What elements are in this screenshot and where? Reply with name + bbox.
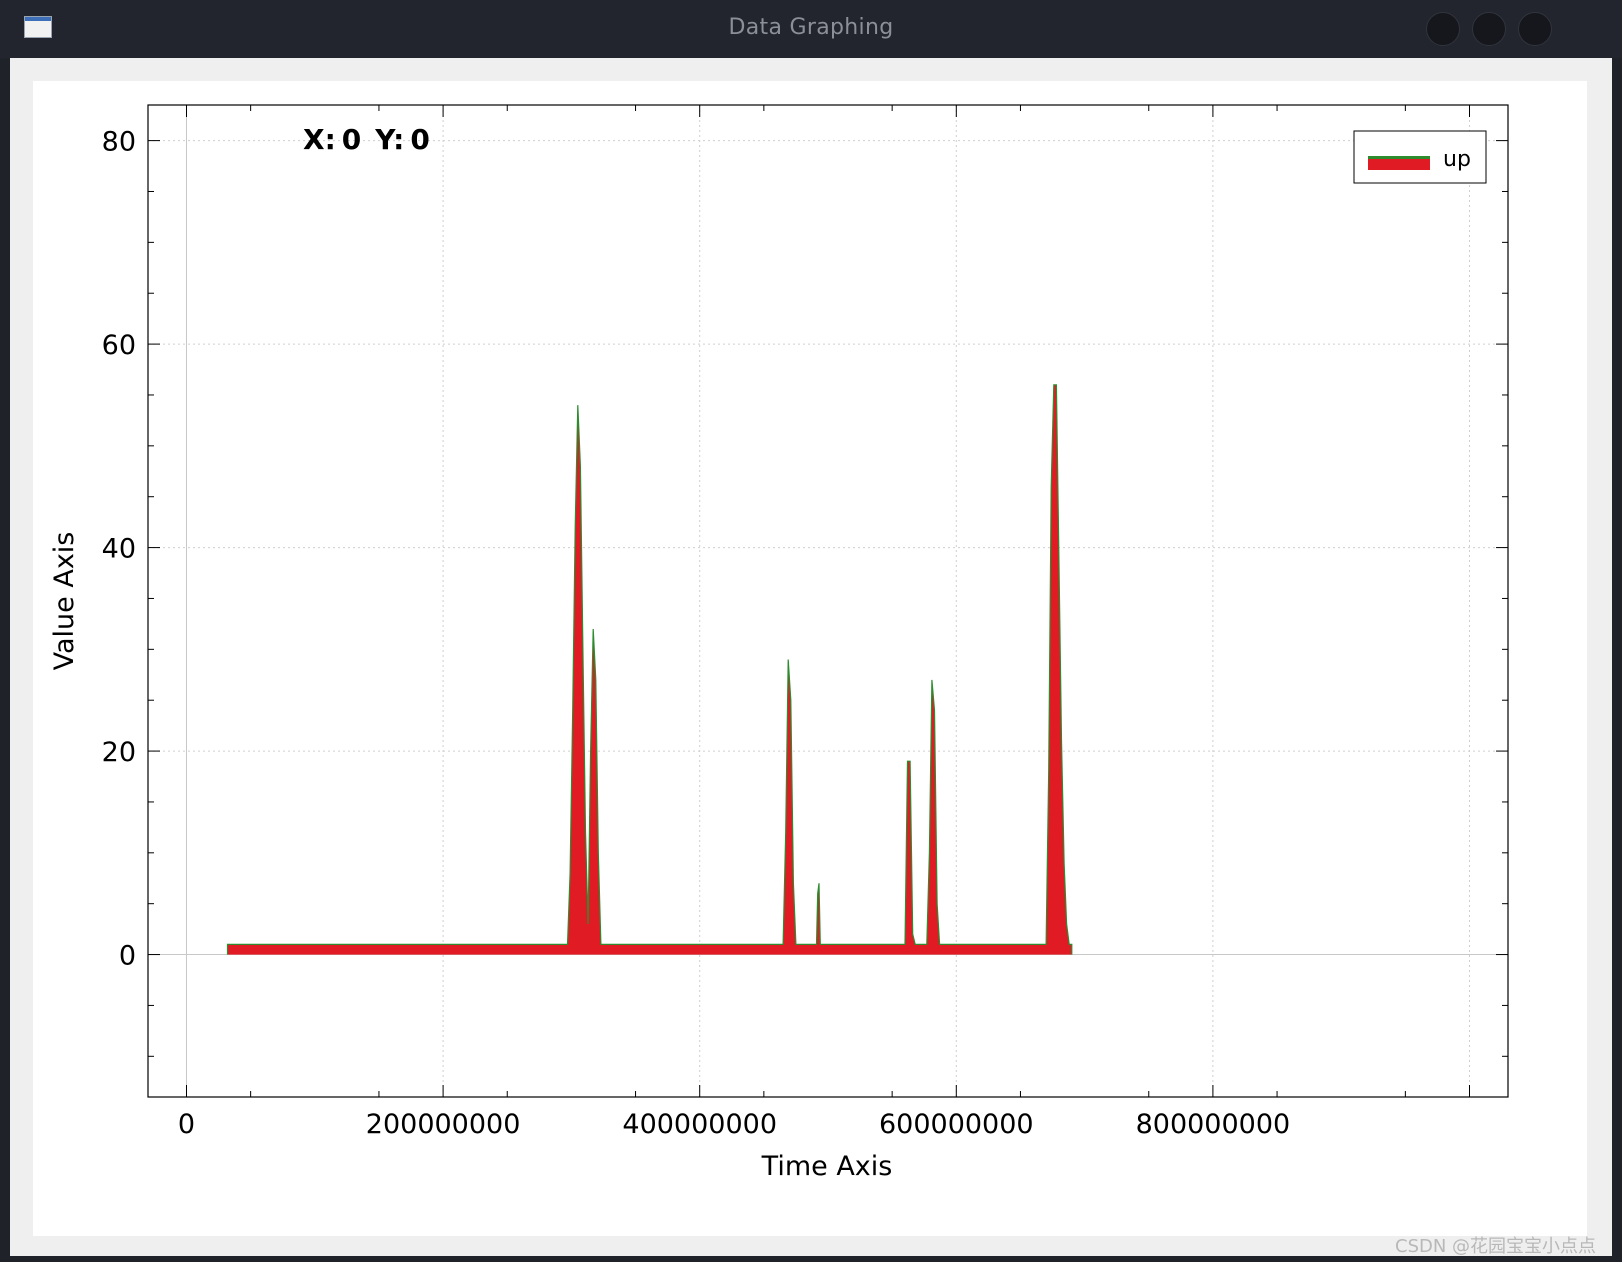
title-bar[interactable]: Data Graphing	[0, 0, 1622, 58]
minimize-button[interactable]	[1426, 12, 1460, 46]
tick-labels: 0 200000000 400000000 600000000 800000000 0 20…	[102, 127, 1291, 1140]
series-group	[226, 384, 1073, 955]
readout-x-label: X:	[303, 123, 336, 156]
svg-text:X:0Y:0: X: 0 Y: 0	[303, 123, 430, 156]
plot-panel[interactable]: 0 200000000 400000000 600000000 800000000 0 20…	[33, 81, 1587, 1236]
legend-swatch-fill	[1368, 158, 1430, 170]
legend[interactable]: up	[1353, 130, 1487, 184]
legend-swatch-stroke	[1368, 156, 1430, 159]
series-line-up	[226, 384, 1073, 955]
y-tick-label: 0	[119, 941, 136, 972]
readout-y-label: Y:	[374, 123, 404, 156]
x-axis-label: Time Axis	[761, 1151, 893, 1182]
y-tick-label: 20	[102, 737, 136, 768]
x-tick-label: 0	[178, 1109, 195, 1140]
x-tick-label: 600000000	[879, 1109, 1034, 1140]
y-axis-label: Value Axis	[49, 532, 80, 671]
x-tick-label: 400000000	[622, 1109, 777, 1140]
y-tick-label: 80	[102, 127, 136, 158]
y-tick-label: 40	[102, 534, 136, 565]
coordinate-readout: X: 0 Y: 0	[303, 123, 430, 156]
close-button[interactable]	[1518, 12, 1552, 46]
x-tick-label: 800000000	[1136, 1109, 1291, 1140]
x-tick-label: 200000000	[366, 1109, 521, 1140]
readout-y-value: 0	[410, 123, 429, 156]
maximize-button[interactable]	[1472, 12, 1506, 46]
series-area-up	[227, 384, 1072, 955]
readout-x-value: 0	[342, 123, 361, 156]
plot-svg[interactable]: 0 200000000 400000000 600000000 800000000 0 20…	[33, 81, 1587, 1236]
y-tick-label: 60	[102, 330, 136, 361]
legend-label-up: up	[1443, 147, 1471, 172]
watermark-text: CSDN @花园宝宝小点点	[1395, 1236, 1597, 1257]
window-title: Data Graphing	[728, 15, 894, 40]
